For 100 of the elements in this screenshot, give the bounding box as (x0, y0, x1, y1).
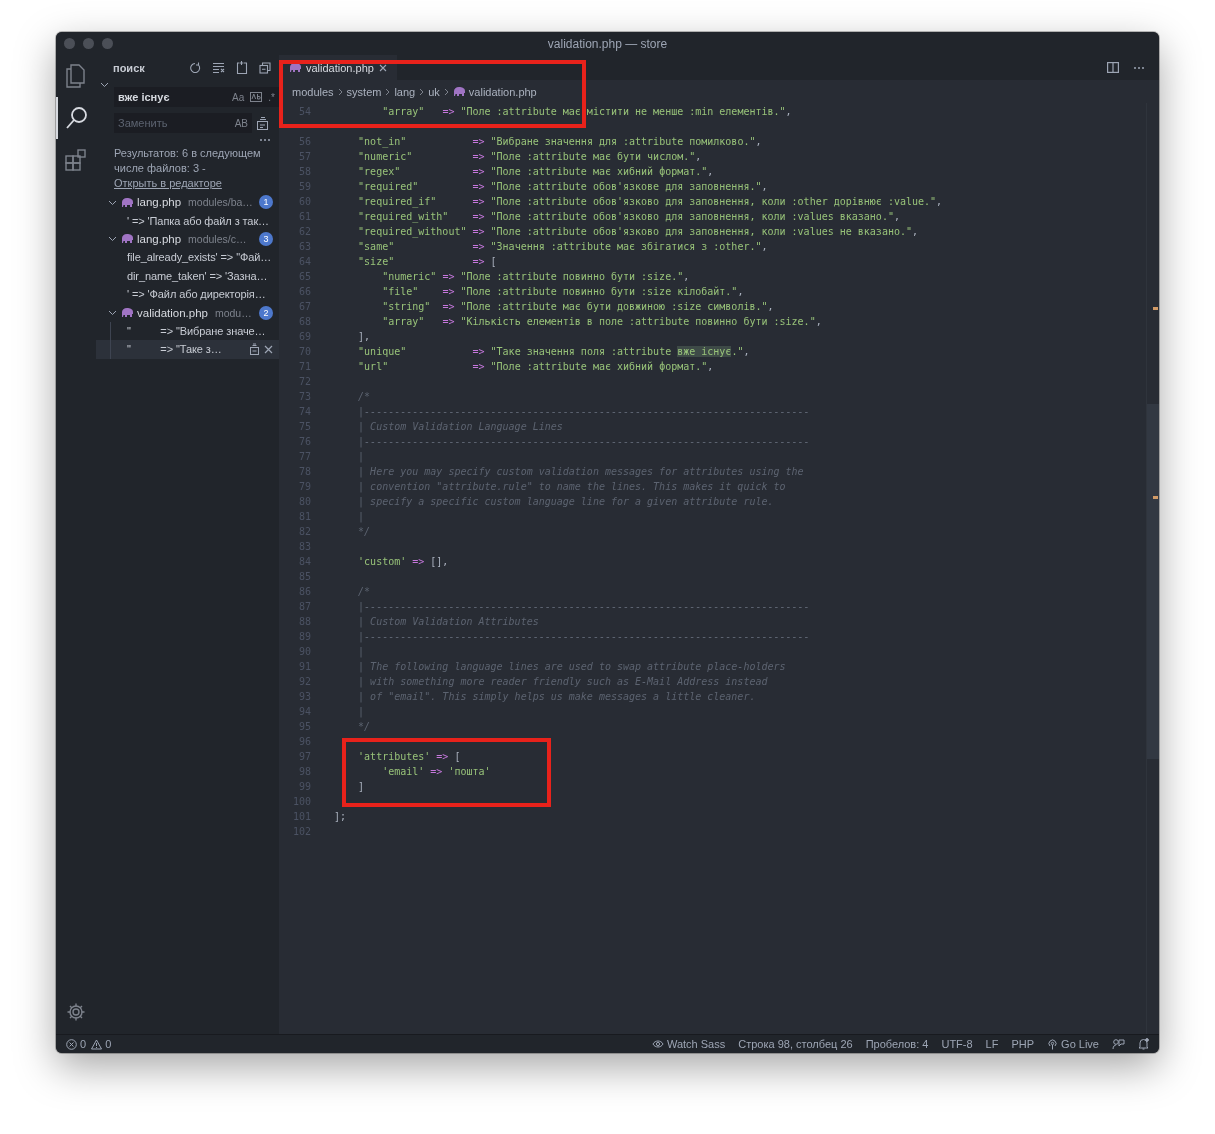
status-item[interactable]: Go Live (1047, 1038, 1099, 1050)
close-icon[interactable] (264, 344, 273, 354)
open-in-editor-link[interactable]: Открыть в редакторе (114, 177, 222, 189)
whole-word-icon[interactable] (250, 92, 263, 102)
code-line: "required_if" => "Поле :attribute обов'язково для заповнення, коли :other дорівнює :value.", (357, 196, 943, 207)
breadcrumb[interactable]: lang (394, 85, 416, 98)
chevron-icon[interactable] (108, 234, 117, 244)
match-result[interactable]: file_already_exists' => "Фай… (96, 248, 279, 267)
chevron-icon[interactable] (108, 308, 117, 318)
chevron-icon (337, 87, 343, 96)
code-line: 'attributes' => [ (357, 751, 461, 762)
warning-icon (91, 1038, 103, 1050)
count-badge: 3 (259, 231, 273, 246)
clear-results-icon[interactable] (212, 62, 225, 73)
chevron-icon (443, 87, 449, 96)
split-editor-icon[interactable] (1107, 62, 1119, 73)
code-line: | convention "attribute.rule" to name the lines. This makes it quick to (357, 481, 786, 492)
replace-all-icon[interactable] (256, 116, 269, 130)
refresh-icon[interactable] (189, 61, 201, 74)
search-field[interactable]: вже існує Aa .* (114, 87, 279, 107)
match-case-toggle[interactable]: Aa (232, 91, 245, 103)
code-line: "array" => "Кількість елементів в поле :attribute повинно бути :size.", (381, 316, 822, 327)
status-item[interactable]: LF (985, 1038, 999, 1050)
code-line: "url" => "Поле :attribute має хибний формат.", (357, 361, 714, 372)
regex-toggle[interactable]: .* (268, 91, 275, 103)
code-line: /* (357, 586, 371, 597)
match-result[interactable]: ' => 'Папка або файл з так… (96, 211, 279, 230)
window-title: validation.php — store (547, 36, 668, 51)
eye-icon (651, 1039, 664, 1049)
status-item[interactable]: PHP (1011, 1038, 1035, 1050)
code-line: |-------------------------------------------------------------------------- (357, 436, 810, 447)
code-line: "required" => "Поле :attribute обов'язкове для заповнення.", (357, 181, 768, 192)
search-icon[interactable] (66, 106, 88, 130)
code-line: ]; (334, 811, 347, 822)
bell-icon[interactable] (1138, 1038, 1149, 1050)
elephant-icon (289, 63, 301, 72)
broadcast-icon (1047, 1038, 1059, 1050)
file-result[interactable]: validation.php modu… 2 (96, 303, 279, 322)
match-result[interactable]: " => "Вибране значе… (96, 321, 279, 341)
elephant-icon (121, 234, 133, 244)
status-item[interactable]: Пробелов: 4 (865, 1038, 929, 1050)
elephant-icon (452, 87, 465, 96)
replace-icon[interactable] (249, 343, 260, 356)
results-summary: Результатов: 6 в следующем числе файлов: 3 - Открыть в редакторе (113, 146, 262, 191)
count-badge: 2 (259, 305, 273, 320)
preserve-case-toggle[interactable]: AB (234, 117, 248, 129)
code-line: "numeric" => "Поле :attribute повинно бути :size.", (381, 271, 690, 282)
code-line: ], (357, 331, 371, 342)
status-item[interactable]: Watch Sass (651, 1038, 726, 1050)
code-line: |-------------------------------------------------------------------------- (357, 406, 810, 417)
code-line: | of "email". This simply helps us make messages a little cleaner. (357, 691, 756, 702)
scrollbar[interactable] (1146, 103, 1159, 1034)
code-line: "regex" => "Поле :attribute має хибний формат.", (357, 166, 714, 177)
settings-icon[interactable] (66, 1002, 86, 1022)
error-icon (66, 1038, 77, 1050)
status-item[interactable]: 0 (91, 1038, 112, 1050)
breadcrumb[interactable]: uk (428, 85, 440, 98)
match-result[interactable]: ' => 'Файл або директорія… (96, 284, 279, 304)
code-line: | with something more reader friendly such as E-Mail Address instead (357, 676, 768, 687)
code-line: | Custom Validation Attributes (357, 616, 539, 627)
code-line: | (357, 511, 365, 522)
status-item[interactable]: Строка 98, столбец 26 (738, 1038, 853, 1050)
panel-title: поиск (113, 61, 145, 74)
match-result[interactable]: " => "Таке з… (96, 340, 279, 359)
code-line: "required_with" => "Поле :attribute обов'язково для заповнення, коли :values вказано.", (357, 211, 900, 222)
code-line: |-------------------------------------------------------------------------- (357, 601, 810, 612)
feedback-icon[interactable] (1112, 1038, 1125, 1050)
code-line: | Custom Validation Language Lines (357, 421, 563, 432)
new-file-icon[interactable] (236, 61, 248, 74)
status-item[interactable]: 0 (66, 1038, 87, 1050)
extensions-icon[interactable] (65, 149, 87, 171)
status-item[interactable]: UTF-8 (941, 1038, 973, 1050)
chevron-icon (385, 87, 391, 96)
code-line: 'custom' => [], (357, 556, 449, 567)
elephant-icon (121, 197, 133, 207)
files-icon[interactable] (65, 64, 87, 88)
code-line: | (357, 646, 365, 657)
code-line: "same" => "Значення :attribute має збігатися з :other.", (357, 241, 768, 252)
code-line: "file" => "Поле :attribute повинно бути :size кілобайт.", (381, 286, 744, 297)
close-icon[interactable] (378, 63, 387, 72)
code-line: */ (357, 721, 371, 732)
code-line: |-------------------------------------------------------------------------- (357, 631, 810, 642)
code-line: | (357, 451, 365, 462)
breadcrumb[interactable]: modules (292, 85, 334, 98)
breadcrumb[interactable]: validation.php (468, 85, 537, 98)
more-icon[interactable] (1133, 65, 1145, 70)
file-result[interactable]: lang.php modules/c… 3 (96, 229, 279, 249)
code-line: "not_in" => "Вибране значення для :attribute помилково.", (357, 136, 762, 147)
replace-field[interactable]: Заменить AB (114, 113, 252, 133)
code-line: | specify a specific custom language line for a given attribute rule. (357, 496, 774, 507)
more-icon[interactable] (259, 138, 271, 142)
chevron-icon[interactable] (100, 80, 109, 89)
code-line: ] (357, 781, 365, 792)
elephant-icon (121, 308, 133, 318)
code-line: | (357, 706, 365, 717)
match-result[interactable]: dir_name_taken' => 'Зазна… (96, 266, 279, 285)
collapse-icon[interactable] (259, 61, 271, 74)
code-line: "size" => [ (357, 256, 497, 267)
file-result[interactable]: lang.php modules/ba… 1 (96, 193, 279, 212)
breadcrumb[interactable]: system (346, 85, 382, 98)
